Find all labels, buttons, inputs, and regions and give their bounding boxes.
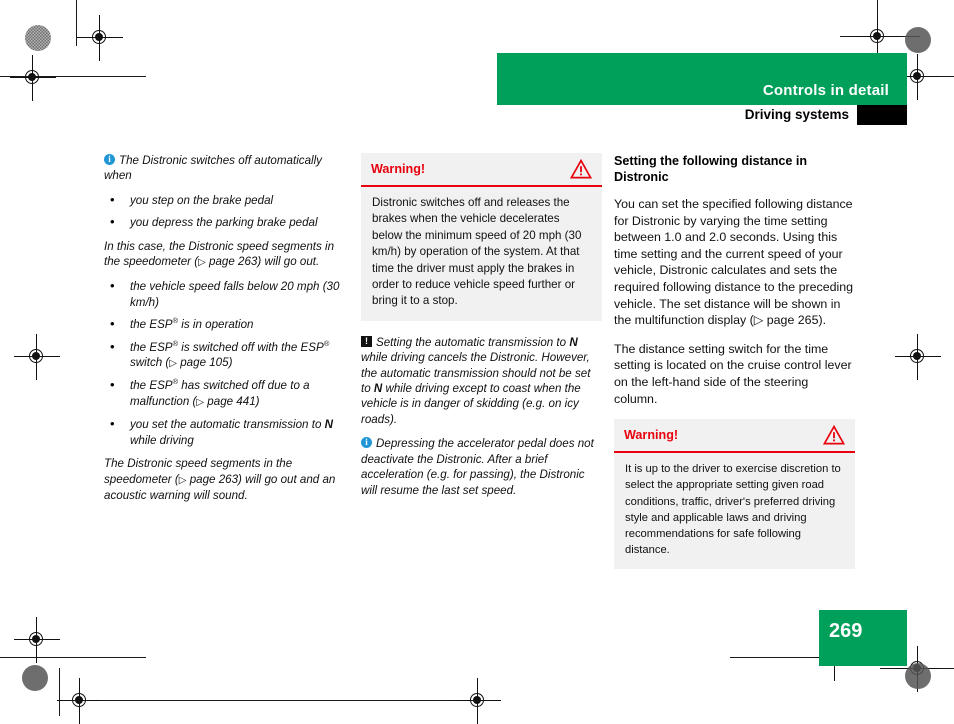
list-item: you step on the brake pedal bbox=[104, 192, 352, 208]
caution-icon bbox=[361, 334, 372, 349]
bullet-list-1: you step on the brake pedal you depress … bbox=[104, 192, 352, 231]
warning-triangle-icon bbox=[822, 424, 846, 450]
warning-box-header: Warning! bbox=[361, 153, 602, 185]
info-note-text: Depressing the accelerator pedal does no… bbox=[361, 437, 594, 497]
chapter-header-bar: Controls in detail bbox=[497, 53, 907, 105]
warning-title: Warning! bbox=[371, 162, 426, 176]
density-patch bbox=[22, 665, 48, 691]
caution-note: Setting the automatic transmission to N … bbox=[361, 334, 602, 427]
intro-note: The Distronic switches off automatically… bbox=[104, 152, 352, 184]
warning-body: Distronic switches off and releases the … bbox=[372, 196, 582, 308]
page-number-box: 269 bbox=[819, 610, 907, 666]
list-item: the vehicle speed falls below 20 mph (30… bbox=[104, 278, 352, 310]
mid-note: In this case, the Distronic speed segmen… bbox=[104, 239, 335, 269]
intro-note-text: The Distronic switches off automatically… bbox=[104, 154, 322, 183]
warning-body: It is up to the driver to exercise discr… bbox=[625, 463, 841, 557]
page-title: Setting the following distance in Distro… bbox=[614, 154, 808, 184]
list-item: the ESP® has switched off due to a malfu… bbox=[104, 377, 352, 410]
column-middle: Warning! Distronic switches off and rele… bbox=[361, 153, 602, 507]
column-right: Setting the following distance in Distro… bbox=[614, 153, 855, 583]
density-patch bbox=[905, 27, 931, 53]
list-item: the ESP® is in operation bbox=[104, 316, 352, 332]
crop-line bbox=[100, 700, 480, 701]
section-thumb-tab bbox=[857, 105, 907, 125]
info-icon bbox=[361, 435, 372, 451]
info-note: Depressing the accelerator pedal does no… bbox=[361, 435, 602, 498]
density-patch bbox=[25, 25, 51, 51]
warning-box: Warning! Distronic switches off and rele… bbox=[361, 153, 602, 321]
density-patch bbox=[905, 663, 931, 689]
registration-target bbox=[77, 15, 123, 61]
registration-target bbox=[57, 678, 103, 724]
registration-target bbox=[14, 617, 60, 663]
column-left: The Distronic switches off automatically… bbox=[104, 152, 352, 512]
caution-note-text: Setting the automatic transmission to N … bbox=[361, 335, 591, 426]
section-header: Driving systems bbox=[497, 106, 907, 126]
bullet-list-2: the vehicle speed falls below 20 mph (30… bbox=[104, 278, 352, 448]
end-note: The Distronic speed segments in the spee… bbox=[104, 457, 336, 502]
paragraph-2: The distance setting switch for the time… bbox=[614, 341, 852, 406]
list-item: you set the automatic transmission to N … bbox=[104, 416, 352, 448]
warning-title: Warning! bbox=[624, 428, 679, 443]
registration-target bbox=[10, 55, 56, 101]
info-icon bbox=[104, 152, 115, 167]
registration-target bbox=[455, 678, 501, 724]
warning-box-header: Warning! bbox=[614, 419, 855, 451]
section-title: Driving systems bbox=[744, 107, 849, 122]
list-item: the ESP® is switched off with the ESP® s… bbox=[104, 339, 352, 372]
page-number: 269 bbox=[829, 620, 863, 642]
list-item: you depress the parking brake pedal bbox=[104, 214, 352, 230]
warning-box: Warning! It is up to the driver to exerc… bbox=[614, 419, 855, 570]
warning-triangle-icon bbox=[569, 158, 593, 184]
registration-target bbox=[895, 334, 941, 380]
chapter-title: Controls in detail bbox=[762, 82, 889, 99]
paragraph-1: You can set the specified following dist… bbox=[614, 197, 854, 328]
registration-target bbox=[14, 334, 60, 380]
